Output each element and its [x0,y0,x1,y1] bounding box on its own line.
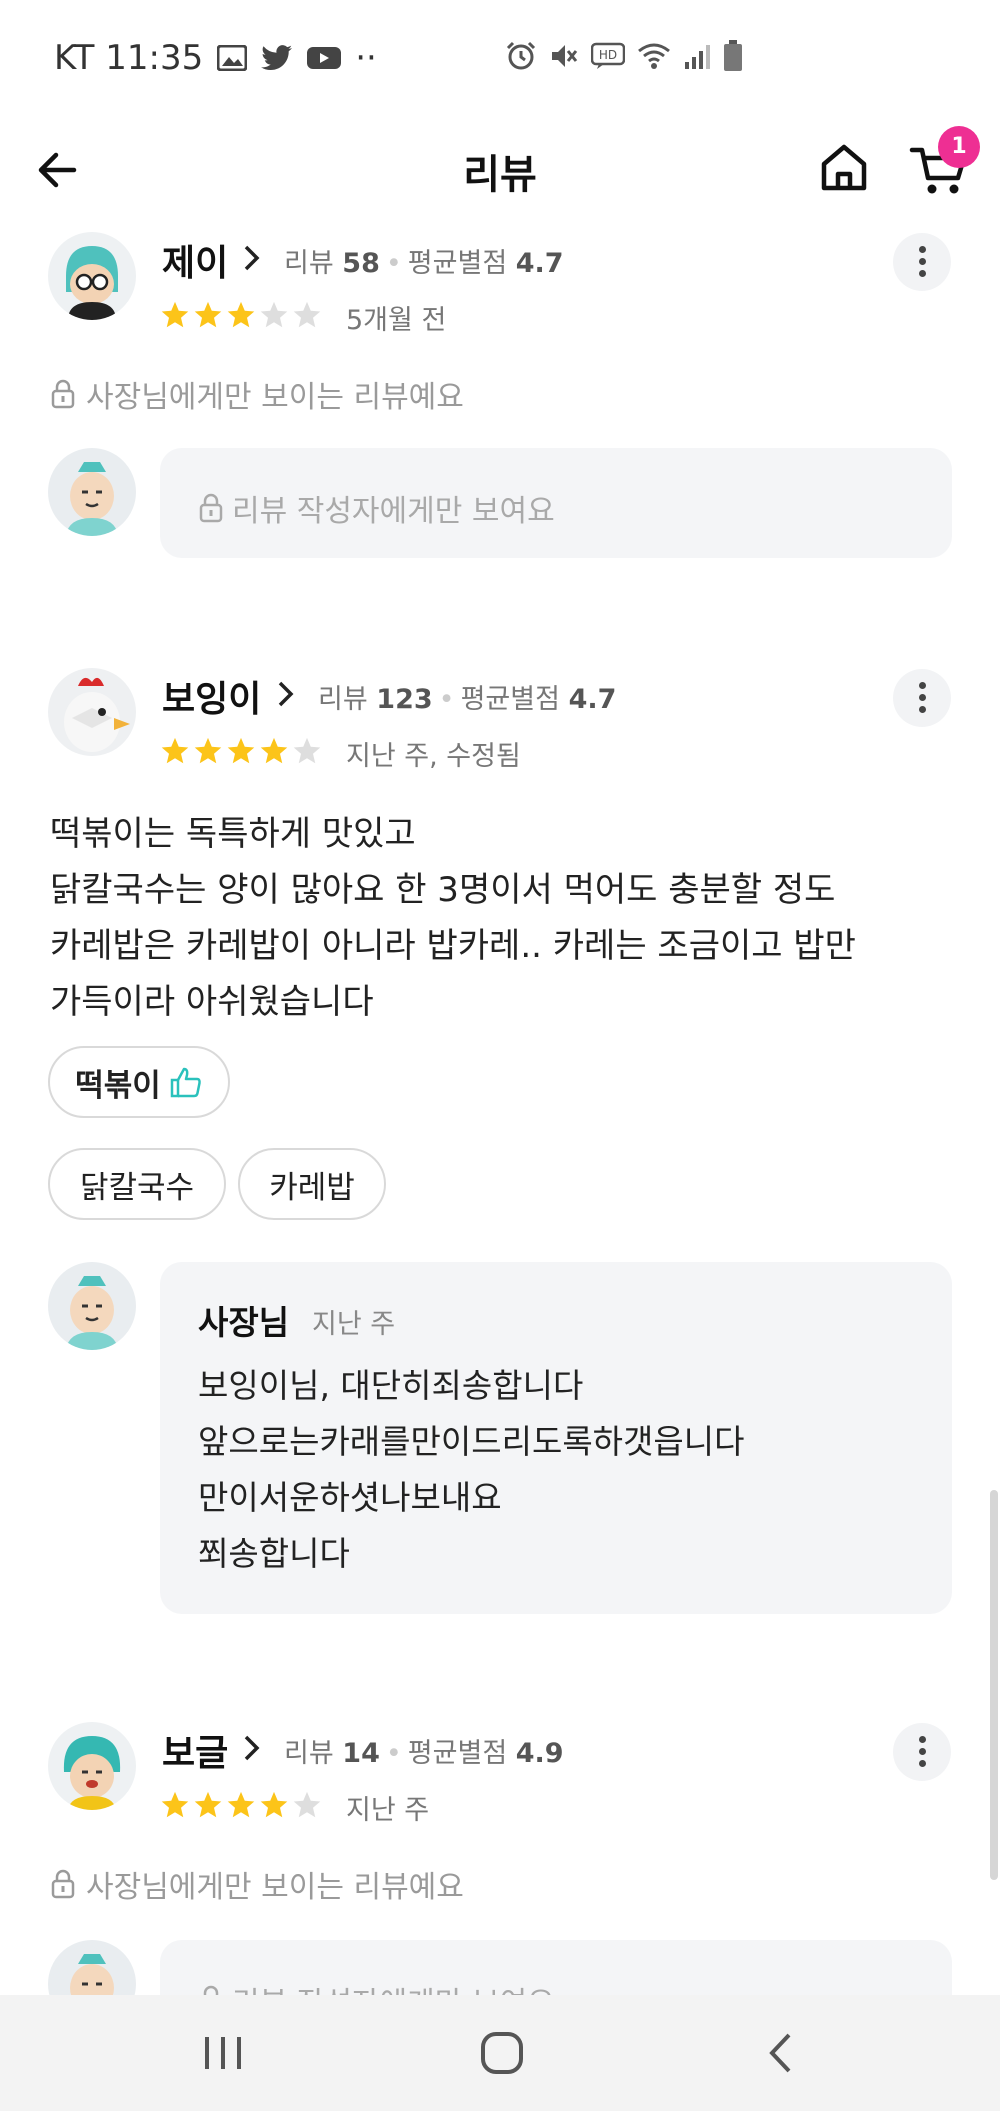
avg-rating-label: 평균별점 [407,1738,508,1769]
svg-text:HD: HD [599,48,617,62]
alarm-icon [506,41,536,70]
mute-icon [552,45,578,67]
owner-reply-bubble: 사장님 지난 주 보잉이님, 대단히죄송합니다 앞으로는카래를만이드리도록하갯읍… [160,1262,952,1614]
home-nav-button[interactable] [472,2025,532,2081]
review-date: 5개월 전 [346,305,447,336]
owner-avatar [48,448,136,536]
review-count: 14 [342,1738,380,1769]
menu-tag-chip[interactable]: 떡볶이 [48,1046,230,1118]
owner-only-notice: 사장님에게만 보이는 리뷰예요 [50,1862,464,1906]
battery-icon [724,40,742,71]
back-nav-button[interactable] [752,2025,812,2081]
owner-reply-text: 보잉이님, 대단히죄송합니다 앞으로는카래를만이드리도록하갯읍니다 만이서운하셧… [198,1366,745,1573]
lock-icon [51,379,75,409]
review-text: 떡볶이는 독특하게 맛있고 닭칼국수는 양이 많아요 한 3명이서 먹어도 충분… [50,814,856,1022]
chevron-right-icon[interactable] [240,243,262,273]
home-icon [821,144,867,191]
avg-rating-label: 평균별점 [460,684,560,715]
avg-rating: 4.7 [568,684,617,715]
lock-icon [199,493,223,523]
reviewer-stats: 리뷰 123 • 평균별점 4.7 [318,684,617,715]
star-empty-icon [293,301,321,328]
star-filled-icon [194,1791,222,1818]
star-filled-icon [260,737,288,764]
thumbs-up-icon [170,1067,201,1098]
owner-only-notice: 사장님에게만 보이는 리뷰예요 [50,372,464,416]
review-count-label: 리뷰 [284,1738,334,1769]
author-only-notice: 리뷰 작성자에게만 보여요 [198,486,555,530]
reviewer-stats: 리뷰 14 • 평균별점 4.9 [284,1738,564,1769]
star-empty-icon [260,301,288,328]
more-options-button[interactable] [893,1723,951,1781]
star-rating [160,736,322,766]
review-date: 지난 주 [346,1795,430,1826]
review-count: 58 [342,248,380,279]
star-filled-icon [227,301,255,328]
menu-tag-chip[interactable]: 카레밥 [238,1148,386,1220]
star-filled-icon [161,1791,189,1818]
system-nav-bar [0,1995,1000,2111]
recent-apps-icon [205,2037,241,2069]
author-only-text: 리뷰 작성자에게만 보여요 [232,494,555,529]
owner-only-text: 사장님에게만 보이는 리뷰예요 [86,1870,464,1905]
star-empty-icon [293,1791,321,1818]
more-notifications: ·· [355,38,377,78]
wifi-icon [638,43,670,69]
star-filled-icon [227,1791,255,1818]
owner-reply-date: 지난 주 [312,1309,396,1340]
menu-tag-label: 닭칼국수 [79,1169,195,1206]
owner-name: 사장님 [198,1303,290,1342]
youtube-icon [307,47,342,69]
recent-apps-button[interactable] [193,2025,253,2081]
menu-tag-label: 떡볶이 [75,1067,161,1104]
reviewer-name[interactable]: 보글 [162,1724,228,1776]
more-options-button[interactable] [893,669,951,727]
carrier-time: KT 11:35 [54,38,204,78]
chevron-right-icon[interactable] [274,679,296,709]
star-filled-icon [194,737,222,764]
chevron-right-icon[interactable] [240,1733,262,1763]
app-header: 리뷰 [0,120,1000,220]
hd-voice-icon: HD [591,42,625,69]
avg-rating: 4.7 [515,248,564,279]
star-filled-icon [194,301,222,328]
owner-avatar [48,1262,136,1350]
reviewer-avatar[interactable] [48,232,136,320]
reviewer-avatar[interactable] [48,668,136,756]
twitter-icon [261,45,293,71]
status-right: HD [505,40,743,72]
status-bar: KT 11:35 ·· HD [0,0,1000,120]
scrollbar[interactable] [990,1490,998,1880]
reviewer-name[interactable]: 보잉이 [162,670,261,722]
reviewer-name[interactable]: 제이 [162,234,228,286]
more-options-button[interactable] [893,233,951,291]
review-count-label: 리뷰 [284,248,334,279]
star-rating [160,300,322,330]
star-rating [160,1790,322,1820]
avg-rating-label: 평균별점 [407,248,508,279]
signal-icon [685,45,710,69]
reviewer-avatar[interactable] [48,1722,136,1810]
home-square-icon [481,2032,523,2074]
star-filled-icon [161,301,189,328]
star-empty-icon [293,737,321,764]
review-date: 지난 주, 수정됨 [346,741,521,772]
owner-only-text: 사장님에게만 보이는 리뷰예요 [86,380,464,415]
owner-reply-bubble: 리뷰 작성자에게만 보여요 [160,448,952,558]
menu-tag-chip[interactable]: 닭칼국수 [48,1148,226,1220]
star-filled-icon [260,1791,288,1818]
menu-tag-label: 카레밥 [269,1169,355,1206]
home-button[interactable] [814,138,874,198]
star-filled-icon [161,737,189,764]
chevron-left-icon [769,2033,791,2073]
review-count: 123 [376,684,433,715]
review-count-label: 리뷰 [318,684,368,715]
cart-count-badge: 1 [938,126,980,168]
status-left: KT 11:35 ·· [54,38,377,78]
reviewer-stats: 리뷰 58 • 평균별점 4.7 [284,248,564,279]
avg-rating: 4.9 [515,1738,564,1769]
gallery-icon [217,45,248,71]
star-filled-icon [227,737,255,764]
lock-icon [51,1869,75,1899]
